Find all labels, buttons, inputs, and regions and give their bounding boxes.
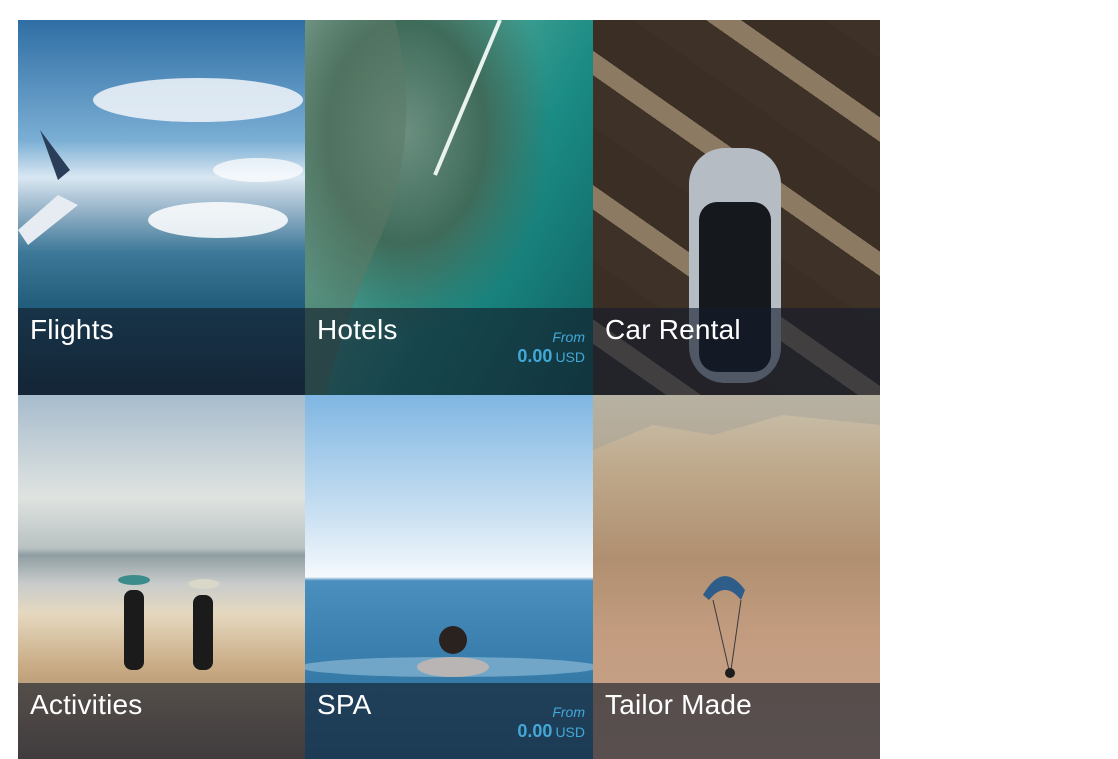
tile-title: SPA (317, 689, 372, 720)
tile-title: Activities (30, 689, 143, 720)
price-currency: USD (555, 724, 585, 740)
tile-tailor-made[interactable]: Tailor Made (593, 395, 880, 759)
tile-hotels[interactable]: Hotels From 0.00 USD (305, 20, 593, 395)
tile-activities[interactable]: Activities (18, 395, 305, 759)
price-amount: 0.00 (517, 346, 553, 366)
price-from-label: From (552, 704, 585, 720)
tile-flights[interactable]: Flights (18, 20, 305, 395)
price-amount: 0.00 (517, 721, 553, 741)
tile-car-rental[interactable]: Car Rental (593, 20, 880, 395)
service-tile-grid: Flights Hotels From 0.00USD Car Rental (18, 20, 880, 759)
price-block: From 0.00 USD (517, 703, 585, 742)
tile-title: Flights (30, 314, 114, 345)
price-currency: USD (555, 349, 585, 365)
price-block: From 0.00 USD (517, 328, 585, 367)
tile-title: Hotels (317, 314, 398, 345)
tile-spa[interactable]: SPA From 0.00 USD (305, 395, 593, 759)
tile-title: Car Rental (605, 314, 741, 345)
tile-title: Tailor Made (605, 689, 752, 720)
price-from-label: From (552, 329, 585, 345)
